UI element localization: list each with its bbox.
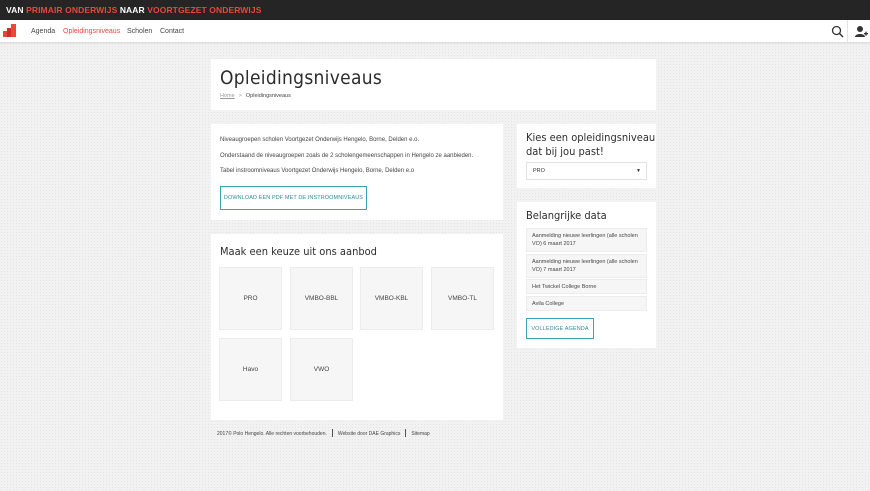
date-item[interactable]: Aanmelding nieuwe leerlingen (alle schol… [526,228,647,252]
date-item[interactable]: Avila College [526,296,647,311]
footer-copyright: 2017© Polo Hengelo. Alle rechten voorbeh… [217,431,327,437]
tagline-voortgezet: VOORTGEZET ONDERWIJS [147,5,262,15]
level-tile-vmbo-tl[interactable]: VMBO-TL [431,267,494,330]
level-picker-title: Kies een opleidingsniveau dat bij jou pa… [526,131,655,159]
steps-logo-icon[interactable] [3,24,16,37]
breadcrumb-current: Opleidingsniveaus [245,93,291,99]
level-tile-pro[interactable]: PRO [219,267,282,330]
level-picker-title-line2: dat bij jou past! [526,145,604,158]
breadcrumb-separator: > [238,93,242,99]
breadcrumb: Home > Opleidingsniveaus [220,93,291,99]
level-select-value: PRO [533,168,545,174]
intro-text-line: Tabel instroomniveaus Voortgezet Onderwi… [220,168,415,174]
nav-item-contact[interactable]: Contact [160,20,184,43]
date-item[interactable]: Het Twickel College Borne [526,279,647,294]
date-item[interactable]: Aanmelding nieuwe leerlingen (alle schol… [526,254,647,278]
user-icon[interactable] [855,25,868,38]
level-tile-vwo[interactable]: VWO [290,338,353,401]
footer-divider [331,429,333,437]
full-agenda-button[interactable]: VOLLEDIGE AGENDA [526,318,594,339]
offer-title: Maak een keuze uit ons aanbod [220,245,377,258]
level-select[interactable]: PRO ▼ [526,162,647,180]
tagline-naar: NAAR [117,5,148,15]
footer-divider [405,429,407,437]
footer-credit-link[interactable]: Website door DAE Graphics [338,431,400,437]
page-title: Opleidingsniveaus [220,67,383,89]
intro-text-line: Onderstaand de niveaugroepen zoals de 2 … [220,153,474,159]
footer: 2017© Polo Hengelo. Alle rechten voorbeh… [217,429,430,437]
main-navigation: Agenda Opleidingsniveaus Scholen Contact [0,20,870,43]
level-tile-havo[interactable]: Havo [219,338,282,401]
intro-text-line: Niveaugroepen scholen Voortgezet Onderwi… [220,137,420,143]
nav-item-scholen[interactable]: Scholen [127,20,152,43]
footer-sitemap-link[interactable]: Sitemap [411,431,429,437]
level-picker-title-line1: Kies een opleidingsniveau [526,131,656,144]
nav-item-opleidingsniveaus[interactable]: Opleidingsniveaus [63,20,120,43]
download-pdf-button[interactable]: DOWNLOAD EEN PDF MET DE INSTROOMNIVEAUS [220,186,367,210]
caret-down-icon: ▼ [636,168,641,174]
nav-divider [847,20,848,43]
site-tagline: VAN PRIMAIR ONDERWIJS NAAR VOORTGEZET ON… [0,0,870,20]
tagline-primair: PRIMAIR ONDERWIJS [26,5,118,15]
breadcrumb-home-link[interactable]: Home [220,93,235,99]
nav-item-agenda[interactable]: Agenda [31,20,55,43]
tagline-van: VAN [6,5,27,15]
search-icon[interactable] [831,25,844,38]
level-tile-vmbo-kbl[interactable]: VMBO-KBL [360,267,423,330]
dates-title: Belangrijke data [526,209,607,222]
level-tile-vmbo-bbl[interactable]: VMBO-BBL [290,267,353,330]
